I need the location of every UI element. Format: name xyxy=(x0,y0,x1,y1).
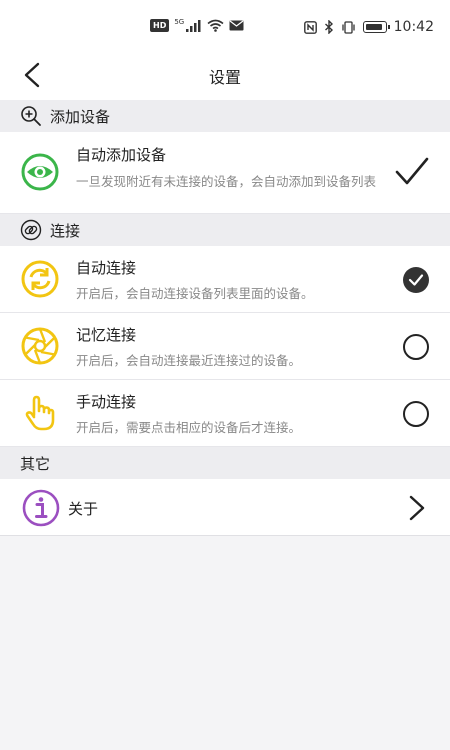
clock: 10:42 xyxy=(393,19,434,35)
radio-unchecked-icon[interactable] xyxy=(402,333,430,361)
info-icon xyxy=(22,489,60,527)
checkmark-icon[interactable] xyxy=(394,156,430,188)
nfc-icon xyxy=(303,20,317,34)
vibrate-icon xyxy=(341,20,355,34)
battery-icon xyxy=(362,21,390,33)
section-title: 其它 xyxy=(20,454,51,473)
app-header: 设置 xyxy=(0,52,450,100)
manual-connect-row[interactable]: 手动连接 开启后，需要点击相应的设备后才连接。 xyxy=(0,380,450,447)
radio-checked-icon[interactable] xyxy=(402,266,430,294)
zoom-add-icon xyxy=(21,106,41,126)
row-title: 记忆连接 xyxy=(76,326,137,344)
signal-icon xyxy=(186,19,201,32)
memory-connect-row[interactable]: 记忆连接 开启后，会自动连接最近连接过的设备。 xyxy=(0,313,450,380)
row-description: 开启后，会自动连接最近连接过的设备。 xyxy=(76,353,302,368)
row-description: 一旦发现附近有未连接的设备，会自动添加到设备列表 xyxy=(76,174,377,189)
row-title: 手动连接 xyxy=(76,393,137,411)
auto-add-device-row[interactable]: 自动添加设备 一旦发现附近有未连接的设备，会自动添加到设备列表 xyxy=(0,132,450,214)
section-header-other: 其它 xyxy=(0,447,450,479)
network-type: 5G xyxy=(174,18,185,26)
section-title: 添加设备 xyxy=(50,107,111,126)
hand-pointer-icon xyxy=(25,395,55,431)
about-row[interactable]: 关于 xyxy=(0,479,450,536)
row-description: 开启后，会自动连接设备列表里面的设备。 xyxy=(76,286,314,301)
eye-icon xyxy=(21,153,59,191)
link-icon xyxy=(20,219,42,241)
row-description: 开启后，需要点击相应的设备后才连接。 xyxy=(76,420,302,435)
status-bar: HD 5G 10:42 xyxy=(0,0,450,52)
refresh-icon xyxy=(21,260,59,298)
section-header-connect: 连接 xyxy=(0,214,450,246)
auto-connect-row[interactable]: 自动连接 开启后，会自动连接设备列表里面的设备。 xyxy=(0,246,450,313)
hd-badge: HD xyxy=(150,19,170,32)
status-right: 10:42 xyxy=(303,19,434,35)
mail-icon xyxy=(229,20,244,31)
page-title: 设置 xyxy=(208,68,241,87)
wifi-icon xyxy=(207,19,224,32)
section-header-add-device: 添加设备 xyxy=(0,100,450,132)
row-title: 自动连接 xyxy=(76,259,137,277)
radio-unchecked-icon[interactable] xyxy=(402,400,430,428)
about-label: 关于 xyxy=(68,500,99,518)
chevron-right-icon xyxy=(409,495,425,521)
status-left: HD 5G xyxy=(150,18,244,32)
row-title: 自动添加设备 xyxy=(76,146,167,164)
aperture-icon xyxy=(21,327,59,365)
section-title: 连接 xyxy=(50,221,81,240)
bluetooth-icon xyxy=(324,20,333,34)
